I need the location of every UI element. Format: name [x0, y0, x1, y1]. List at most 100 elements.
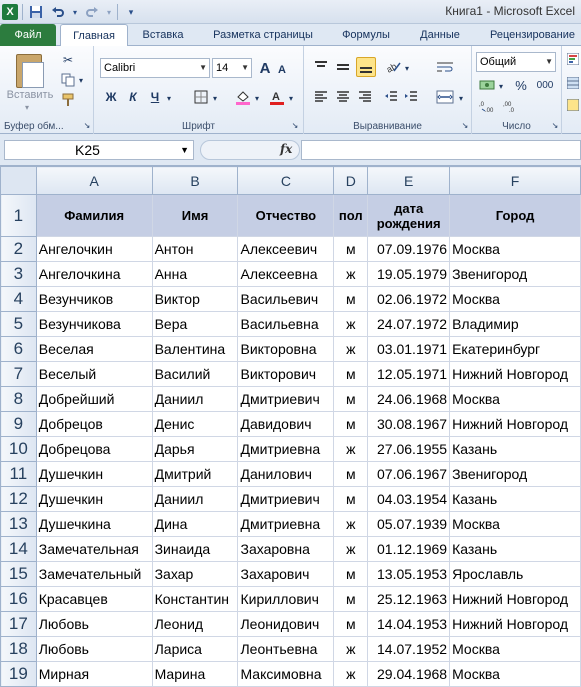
paste-dropdown-icon[interactable]: ▾ [22, 102, 32, 112]
row-header[interactable]: 11 [0, 461, 37, 487]
row-header[interactable]: 5 [0, 311, 37, 337]
fill-color-icon[interactable] [234, 88, 252, 106]
cell-birthdate[interactable]: 02.06.1972 [367, 286, 451, 312]
align-right-icon[interactable] [356, 88, 374, 106]
cell-city[interactable]: Звенигород [449, 261, 581, 287]
header-cell-surname[interactable]: Фамилия [35, 194, 153, 237]
cell-gender[interactable]: ж [333, 511, 369, 537]
cell-gender[interactable]: м [333, 561, 369, 587]
cell-gender[interactable]: м [333, 286, 369, 312]
cell-surname[interactable]: Душечкин [35, 461, 153, 487]
cell-gender[interactable]: ж [333, 636, 369, 662]
row-header[interactable]: 7 [0, 361, 37, 387]
cell-name[interactable]: Захар [151, 561, 239, 587]
cell-patronymic[interactable]: Викторовна [237, 336, 335, 362]
cell-surname[interactable]: Душечкина [35, 511, 153, 537]
excel-app-icon[interactable]: X [2, 4, 18, 20]
grow-font-button[interactable]: A [256, 59, 274, 77]
font-color-icon[interactable]: A [268, 88, 286, 106]
font-launcher-icon[interactable]: ↘ [290, 120, 300, 130]
row-header[interactable]: 8 [0, 386, 37, 412]
underline-dropdown-icon[interactable]: ▾ [164, 90, 174, 106]
cell-name[interactable]: Антон [151, 236, 239, 262]
cell-patronymic[interactable]: Кириллович [237, 586, 335, 612]
redo-dropdown-icon[interactable]: ▾ [105, 3, 113, 21]
cell-birthdate[interactable]: 04.03.1954 [367, 486, 451, 512]
cell-name[interactable]: Константин [151, 586, 239, 612]
cell-birthdate[interactable]: 01.12.1969 [367, 536, 451, 562]
redo-icon[interactable] [83, 3, 101, 21]
header-cell-name[interactable]: Имя [151, 194, 239, 237]
cell-patronymic[interactable]: Данилович [237, 461, 335, 487]
select-all-corner[interactable] [0, 166, 37, 195]
percent-button[interactable]: % [512, 76, 530, 94]
cell-patronymic[interactable]: Максимовна [237, 661, 335, 687]
cell-gender[interactable]: ж [333, 311, 369, 337]
cell-name[interactable]: Дмитрий [151, 461, 239, 487]
paste-label[interactable]: Вставить [4, 88, 56, 102]
align-center-icon[interactable] [334, 88, 352, 106]
copy-dropdown-icon[interactable]: ▾ [76, 72, 86, 88]
cell-name[interactable]: Даниил [151, 486, 239, 512]
alignment-launcher-icon[interactable]: ↘ [460, 120, 470, 130]
column-header-b[interactable]: B [151, 166, 239, 195]
cell-city[interactable]: Москва [449, 661, 581, 687]
cell-surname[interactable]: Веселый [35, 361, 153, 387]
cell-city[interactable]: Екатеринбург [449, 336, 581, 362]
cell-name[interactable]: Валентина [151, 336, 239, 362]
row-header[interactable]: 10 [0, 436, 37, 462]
number-format-combo[interactable]: Общий ▼ [476, 52, 556, 72]
decrease-indent-icon[interactable] [382, 88, 400, 106]
cell-city[interactable]: Москва [449, 511, 581, 537]
cell-gender[interactable]: м [333, 486, 369, 512]
cell-name[interactable]: Лариса [151, 636, 239, 662]
row-header[interactable]: 16 [0, 586, 37, 612]
cell-city[interactable]: Казань [449, 536, 581, 562]
cell-patronymic[interactable]: Захаровна [237, 536, 335, 562]
increase-decimal-icon[interactable]: ,0,00 [478, 98, 498, 114]
cut-icon[interactable]: ✂ [60, 52, 76, 68]
cell-gender[interactable]: м [333, 586, 369, 612]
cell-patronymic[interactable]: Леонтьевна [237, 636, 335, 662]
row-header[interactable]: 14 [0, 536, 37, 562]
name-box[interactable]: K25 ▼ [4, 140, 194, 160]
format-painter-icon[interactable] [60, 92, 76, 108]
orientation-dropdown-icon[interactable]: ▾ [402, 60, 412, 76]
save-icon[interactable] [27, 3, 45, 21]
cell-city[interactable]: Нижний Новгород [449, 611, 581, 637]
align-left-icon[interactable] [312, 88, 330, 106]
cell-surname[interactable]: Любовь [35, 636, 153, 662]
cell-name[interactable]: Денис [151, 411, 239, 437]
cell-gender[interactable]: ж [333, 536, 369, 562]
row-header[interactable]: 3 [0, 261, 37, 287]
cell-birthdate[interactable]: 12.05.1971 [367, 361, 451, 387]
cell-surname[interactable]: Замечательный [35, 561, 153, 587]
header-cell-birthdate[interactable]: дата рождения [367, 194, 451, 237]
tab-review[interactable]: Рецензирование [484, 24, 581, 46]
conditional-format-icon[interactable] [566, 52, 580, 66]
row-header[interactable]: 2 [0, 236, 37, 262]
cell-surname[interactable]: Душечкин [35, 486, 153, 512]
cell-gender[interactable]: м [333, 361, 369, 387]
font-size-combo[interactable]: 14 ▼ [212, 58, 252, 78]
cell-gender[interactable]: м [333, 386, 369, 412]
cell-surname[interactable]: Замечательная [35, 536, 153, 562]
tab-home[interactable]: Главная [60, 24, 128, 47]
row-header[interactable]: 1 [0, 194, 37, 237]
row-header[interactable]: 18 [0, 636, 37, 662]
undo-dropdown-icon[interactable]: ▾ [71, 3, 79, 21]
cell-gender[interactable]: м [333, 411, 369, 437]
cell-city[interactable]: Казань [449, 486, 581, 512]
header-cell-patronymic[interactable]: Отчество [237, 194, 335, 237]
wrap-text-icon[interactable] [434, 58, 456, 76]
row-header[interactable]: 12 [0, 486, 37, 512]
cell-surname[interactable]: Красавцев [35, 586, 153, 612]
customize-qat-icon[interactable]: ▾ [122, 3, 140, 21]
cell-city[interactable]: Нижний Новгород [449, 361, 581, 387]
cell-birthdate[interactable]: 19.05.1979 [367, 261, 451, 287]
cell-birthdate[interactable]: 07.09.1976 [367, 236, 451, 262]
cell-name[interactable]: Зинаида [151, 536, 239, 562]
cell-birthdate[interactable]: 24.06.1968 [367, 386, 451, 412]
orientation-icon[interactable]: ab [384, 58, 402, 76]
cell-birthdate[interactable]: 29.04.1968 [367, 661, 451, 687]
